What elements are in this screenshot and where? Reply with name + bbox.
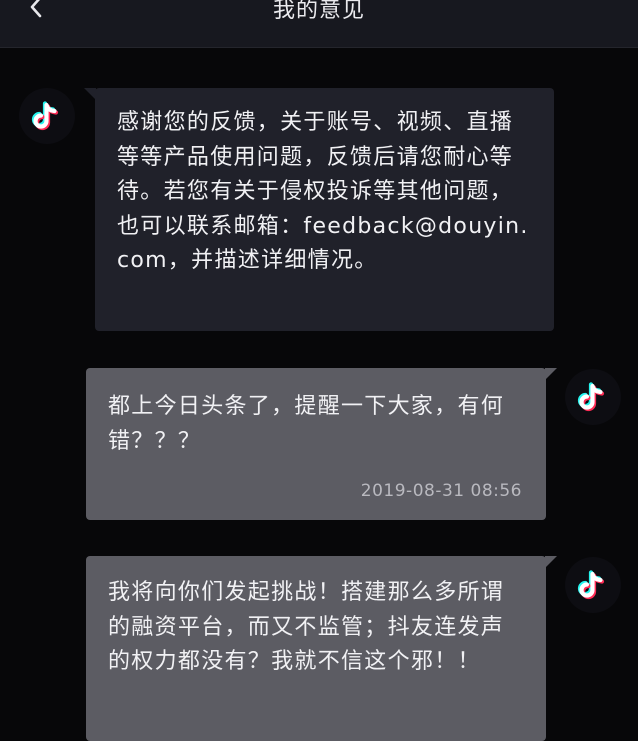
message-timestamp: 2019-08-31 08:56 <box>360 480 522 501</box>
message-bubble-outgoing[interactable]: 都上今日头条了，提醒一下大家，有何错？？？ 2019-08-31 08:56 <box>86 368 546 520</box>
avatar[interactable] <box>19 88 75 144</box>
bubble-tail <box>545 368 557 380</box>
avatar[interactable] <box>565 557 621 613</box>
douyin-logo-icon <box>577 382 605 412</box>
message-bubble-outgoing[interactable]: 我将向你们发起挑战！搭建那么多所谓的融资平台，而又不监管；抖友连发声的权力都没有… <box>86 556 546 741</box>
message-bubble-incoming[interactable]: 感谢您的反馈，关于账号、视频、直播等等产品使用问题，反馈后请您耐心等待。若您有关… <box>95 88 554 331</box>
message-text: 都上今日头条了，提醒一下大家，有何错？？？ <box>108 394 505 454</box>
page-title: 我的意见 <box>272 0 365 23</box>
douyin-logo-icon <box>577 570 605 600</box>
message-text: 我将向你们发起挑战！搭建那么多所谓的融资平台，而又不监管；抖友连发声的权力都没有… <box>108 580 505 674</box>
message-text: 感谢您的反馈，关于账号、视频、直播等等产品使用问题，反馈后请您耐心等待。若您有关… <box>117 110 529 273</box>
header-bar: 我的意见 <box>0 0 638 48</box>
douyin-logo-icon <box>31 101 59 131</box>
bubble-tail <box>545 556 557 568</box>
avatar[interactable] <box>565 369 621 425</box>
